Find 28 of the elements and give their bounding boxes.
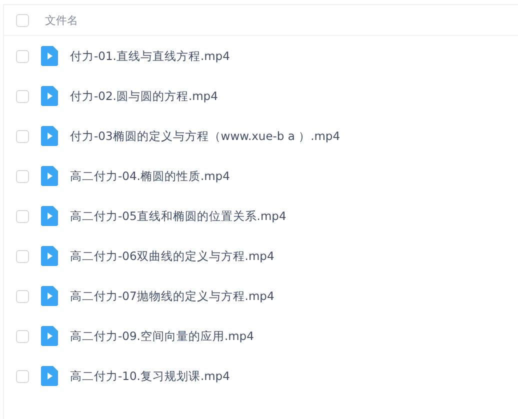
row-checkbox[interactable]: [16, 210, 29, 222]
select-all-checkbox[interactable]: [16, 14, 29, 26]
row-checkbox[interactable]: [16, 90, 29, 102]
file-name[interactable]: 高二付力-04.椭圆的性质.mp4: [70, 168, 230, 184]
file-name[interactable]: 高二付力-10.复习规划课.mp4: [70, 368, 230, 384]
row-checkbox[interactable]: [16, 170, 29, 182]
row-checkbox[interactable]: [16, 50, 29, 62]
file-name[interactable]: 高二付力-09.空间向量的应用.mp4: [70, 328, 254, 344]
row-checkbox[interactable]: [16, 330, 29, 342]
file-name[interactable]: 付力-03椭圆的定义与方程（www.xue-b a ）.mp4: [70, 128, 340, 144]
row-checkbox[interactable]: [16, 290, 29, 302]
video-file-icon: [41, 206, 58, 226]
video-file-icon: [41, 246, 58, 266]
file-name[interactable]: 高二付力-06双曲线的定义与方程.mp4: [70, 248, 274, 264]
video-file-icon: [41, 126, 58, 146]
row-checkbox[interactable]: [16, 370, 29, 382]
row-checkbox[interactable]: [16, 250, 29, 262]
row-checkbox[interactable]: [16, 130, 29, 142]
video-file-icon: [41, 166, 58, 186]
file-name[interactable]: 高二付力-07抛物线的定义与方程.mp4: [70, 288, 274, 304]
video-file-icon: [41, 366, 58, 386]
file-name[interactable]: 高二付力-05直线和椭圆的位置关系.mp4: [70, 208, 286, 224]
file-name[interactable]: 付力-02.圆与圆的方程.mp4: [70, 88, 218, 104]
video-file-icon: [41, 86, 58, 106]
file-name[interactable]: 付力-01.直线与直线方程.mp4: [70, 48, 230, 64]
video-file-icon: [41, 46, 58, 66]
video-file-icon: [41, 286, 58, 306]
video-file-icon: [41, 326, 58, 346]
